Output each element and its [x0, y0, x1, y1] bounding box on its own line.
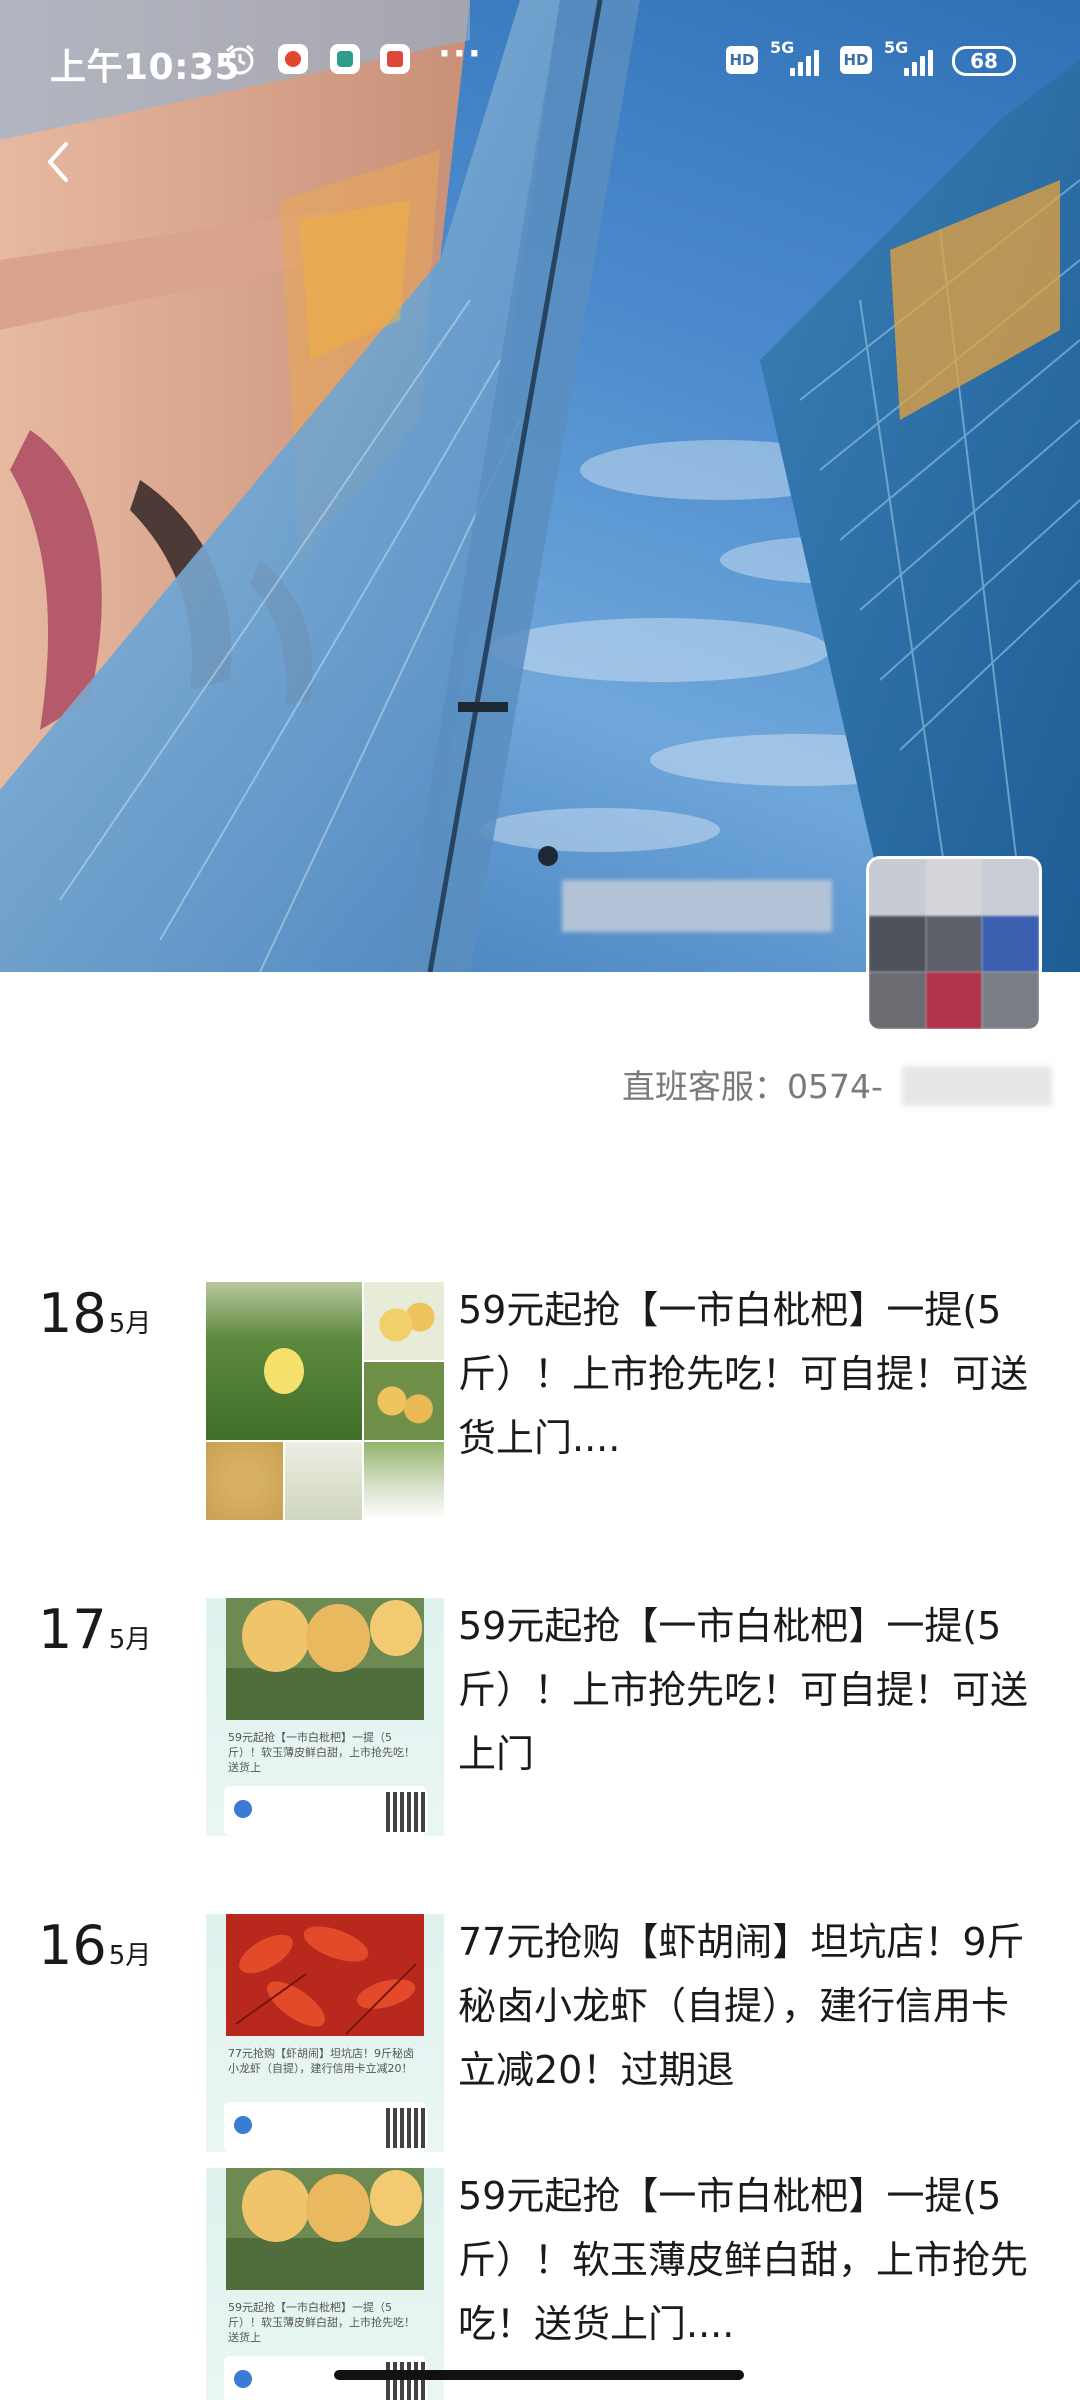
qr-code-icon [386, 1792, 428, 1832]
loquat-box-photo [206, 1442, 362, 1520]
post-caption: 59元起抢【一市白枇杷】一提(5斤）！软玉薄皮鲜白甜，上市抢先吃！送货上门...… [458, 2174, 1029, 2346]
post-month: 5月 [108, 1309, 152, 1339]
hd-icon: HD [840, 46, 872, 74]
qr-code-icon [386, 2108, 428, 2148]
avatar[interactable] [866, 856, 1042, 1032]
cover-photo [0, 0, 1080, 972]
loquat-poster-photo [364, 1442, 444, 1520]
signal-icon [790, 50, 820, 76]
alarm-icon [226, 44, 254, 75]
status-bar: 上午10:35 ··· HD 5G HD 5G 68 [0, 0, 1080, 120]
battery-icon: 68 [952, 46, 1016, 76]
post-day: 16 [38, 1914, 107, 1977]
post-day: 17 [38, 1598, 107, 1661]
payment-app-icon [380, 44, 410, 74]
post-date: 165月 [38, 1914, 151, 1977]
loquat-fruit-photo [364, 1282, 444, 1360]
home-indicator[interactable] [334, 2370, 744, 2380]
post-image-poster[interactable]: 59元起抢【一市白枇杷】一提（5斤）！软玉薄皮鲜白甜，上市抢先吃！送货上 [206, 2168, 444, 2400]
profile-name-redacted [562, 880, 832, 932]
post-month: 5月 [108, 1625, 152, 1655]
brand-logo-icon [234, 2370, 252, 2388]
signal-icon [904, 50, 934, 76]
loquat-photo [226, 1598, 424, 1720]
more-notifications-icon: ··· [438, 34, 483, 74]
loquat-orchard-photo [206, 1282, 362, 1440]
crayfish-photo [226, 1914, 424, 2036]
qr-code-icon [386, 2362, 428, 2400]
feed-post[interactable]: 175月 59元起抢【一市白枇杷】一提（5斤）！软玉薄皮鲜白甜，上市抢先吃！送货… [0, 1598, 1080, 1838]
app-notification-icon [330, 44, 360, 74]
post-caption: 59元起抢【一市白枇杷】一提(5斤）！上市抢先吃！可自提！可送货上门.... [458, 1288, 1029, 1460]
post-image-collage[interactable] [206, 1282, 444, 1520]
post-day: 18 [38, 1282, 107, 1345]
post-caption: 77元抢购【虾胡闹】坦坑店！9斤秘卤小龙虾（自提），建行信用卡立减20！过期退 [458, 1920, 1025, 2092]
loquat-photo [226, 2168, 424, 2290]
poster-text: 59元起抢【一市白枇杷】一提（5斤）！软玉薄皮鲜白甜，上市抢先吃！送货上 [228, 2301, 415, 2344]
status-time: 上午10:35 [50, 47, 241, 88]
customer-service-phone[interactable]: 直班客服：0574- [622, 1060, 883, 1108]
post-date: 175月 [38, 1598, 151, 1661]
feed-post[interactable]: 185月 59元起抢【一市白枇杷】一提(5斤）！上市抢先吃！可自提！可送货上门.… [0, 1282, 1080, 1522]
cover-image[interactable]: 上午10:35 ··· HD 5G HD 5G 68 [0, 0, 1080, 972]
brand-logo-icon [234, 2116, 252, 2134]
post-month: 5月 [108, 1941, 152, 1971]
phone-number-redacted [902, 1066, 1052, 1106]
post-caption: 59元起抢【一市白枇杷】一提(5斤）！上市抢先吃！可自提！可送上门 [458, 1604, 1029, 1776]
loquat-tree-photo [364, 1362, 444, 1440]
feed-post[interactable]: 59元起抢【一市白枇杷】一提（5斤）！软玉薄皮鲜白甜，上市抢先吃！送货上 59元… [0, 2168, 1080, 2400]
back-arrow-icon[interactable] [30, 132, 90, 192]
post-image-poster[interactable]: 77元抢购【虾胡闹】坦坑店！9斤秘卤小龙虾（自提），建行信用卡立减20！ [206, 1914, 444, 2152]
weibo-icon [278, 44, 308, 74]
feed-post[interactable]: 165月 77元抢购【虾胡闹】坦坑店！9斤秘卤小龙虾（自提），建行信用卡立减20… [0, 1914, 1080, 2154]
brand-logo-icon [234, 1800, 252, 1818]
poster-text: 59元起抢【一市白枇杷】一提（5斤）！软玉薄皮鲜白甜，上市抢先吃！送货上 [228, 1731, 415, 1774]
post-image-poster[interactable]: 59元起抢【一市白枇杷】一提（5斤）！软玉薄皮鲜白甜，上市抢先吃！送货上 [206, 1598, 444, 1836]
post-date: 185月 [38, 1282, 151, 1345]
poster-text: 77元抢购【虾胡闹】坦坑店！9斤秘卤小龙虾（自提），建行信用卡立减20！ [228, 2047, 414, 2075]
hd-icon: HD [726, 46, 758, 74]
